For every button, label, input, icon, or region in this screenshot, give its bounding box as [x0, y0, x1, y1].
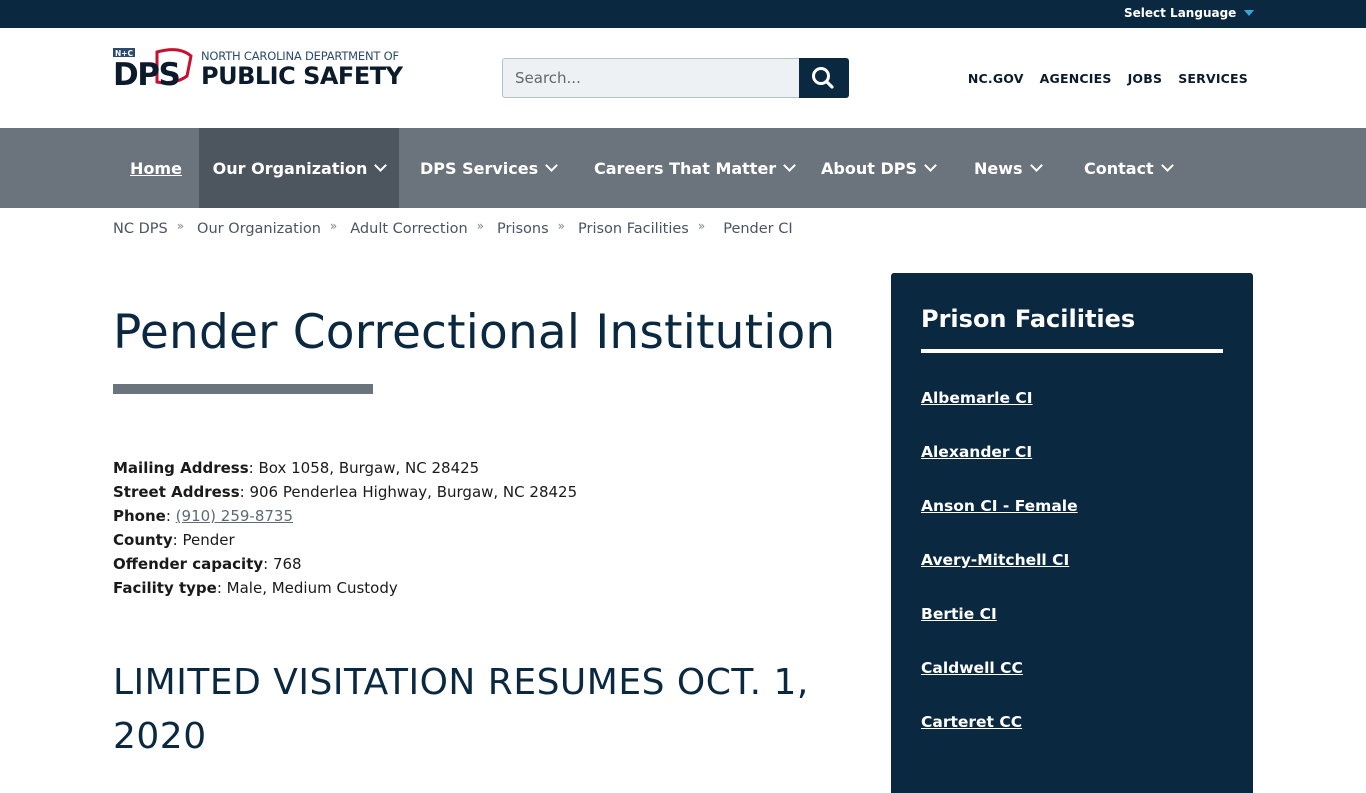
- chevron-down-icon: [1160, 159, 1174, 172]
- chevron-down-icon: [374, 159, 388, 172]
- fact-value: 906 Penderlea Highway, Burgaw, NC 28425: [249, 483, 578, 501]
- fact-label: Offender capacity: [113, 555, 264, 573]
- site-logo[interactable]: N+C DPS NORTH CAROLINA DEPARTMENT OF PUB…: [113, 48, 405, 90]
- fact-value: Male, Medium Custody: [226, 579, 398, 597]
- fact-label: Phone: [113, 507, 166, 525]
- sidebar-prison-facilities: Prison Facilities Albemarle CI Alexander…: [891, 273, 1253, 793]
- fact-value: 768: [272, 555, 302, 573]
- utility-links: NC.GOV AGENCIES JOBS SERVICES: [968, 71, 1248, 86]
- breadcrumb-prison-facilities[interactable]: Prison Facilities: [578, 221, 689, 237]
- list-item: Carteret CC: [921, 712, 1078, 766]
- search-input[interactable]: [502, 58, 799, 98]
- list-item: Alexander CI: [921, 442, 1078, 496]
- search-icon: [812, 67, 834, 89]
- sidebar-title-rule: [921, 349, 1223, 353]
- fact-label: Mailing Address: [113, 459, 249, 477]
- caret-down-icon: [1244, 10, 1255, 16]
- nav-label: Our Organization: [212, 158, 368, 178]
- list-item: Bertie CI: [921, 604, 1078, 658]
- breadcrumb-prisons[interactable]: Prisons: [497, 221, 549, 237]
- breadcrumb-our-organization[interactable]: Our Organization: [197, 221, 321, 237]
- breadcrumb-current: Pender CI: [723, 221, 793, 237]
- list-item: Caldwell CC: [921, 658, 1078, 712]
- nav-label: Careers That Matter: [594, 158, 777, 178]
- sidebar-link-albemarle-ci[interactable]: Albemarle CI: [921, 389, 1033, 407]
- breadcrumb-separator: »: [476, 219, 485, 233]
- site-header: N+C DPS NORTH CAROLINA DEPARTMENT OF PUB…: [0, 28, 1366, 128]
- language-selector[interactable]: Select Language: [1124, 6, 1255, 20]
- link-services[interactable]: SERVICES: [1178, 71, 1248, 86]
- logo-main-text: PUBLIC SAFETY: [201, 62, 403, 90]
- sidebar-link-anson-ci-female[interactable]: Anson CI - Female: [921, 497, 1078, 515]
- sidebar-list: Albemarle CI Alexander CI Anson CI - Fem…: [921, 388, 1078, 766]
- nav-item-careers[interactable]: Careers That Matter: [594, 128, 797, 208]
- search-form: [502, 58, 849, 98]
- link-nc-gov[interactable]: NC.GOV: [968, 71, 1024, 86]
- sidebar-link-bertie-ci[interactable]: Bertie CI: [921, 605, 997, 623]
- nav-label: About DPS: [821, 158, 917, 178]
- sidebar-link-caldwell-cc[interactable]: Caldwell CC: [921, 659, 1023, 677]
- fact-offender-capacity: Offender capacity: 768: [113, 555, 302, 573]
- sidebar-title: Prison Facilities: [921, 305, 1136, 333]
- sidebar-link-alexander-ci[interactable]: Alexander CI: [921, 443, 1032, 461]
- fact-mailing-address: Mailing Address: Box 1058, Burgaw, NC 28…: [113, 459, 480, 477]
- chevron-down-icon: [783, 159, 797, 172]
- phone-link[interactable]: (910) 259-8735: [176, 507, 293, 525]
- breadcrumb-adult-correction[interactable]: Adult Correction: [350, 221, 467, 237]
- fact-phone: Phone: (910) 259-8735: [113, 507, 293, 525]
- fact-value: Pender: [182, 531, 235, 549]
- utility-bar: Select Language: [0, 0, 1366, 28]
- visitation-heading: LIMITED VISITATION RESUMES OCT. 1, 2020: [113, 662, 809, 757]
- fact-county: County: Pender: [113, 531, 235, 549]
- logo-department-text: NORTH CAROLINA DEPARTMENT OF: [201, 49, 399, 63]
- title-underline: [113, 384, 373, 394]
- nav-label: News: [974, 158, 1023, 178]
- nav-home-label: Home: [130, 158, 182, 178]
- nav-label: Contact: [1084, 158, 1154, 178]
- nav-item-home[interactable]: Home: [113, 128, 199, 208]
- list-item: Anson CI - Female: [921, 496, 1078, 550]
- chevron-down-icon: [924, 159, 937, 172]
- page-title: Pender Correctional Institution: [113, 305, 836, 360]
- language-label: Select Language: [1124, 6, 1237, 20]
- logo-letters: DPS: [113, 57, 179, 88]
- list-item: Avery-Mitchell CI: [921, 550, 1078, 604]
- main-nav: Home Our Organization DPS Services Caree…: [0, 128, 1366, 208]
- fact-label: Facility type: [113, 579, 217, 597]
- facility-facts: Mailing Address: Box 1058, Burgaw, NC 28…: [113, 456, 577, 600]
- sidebar-link-carteret-cc[interactable]: Carteret CC: [921, 713, 1022, 731]
- nav-item-about-dps[interactable]: About DPS: [821, 128, 937, 208]
- fact-facility-type: Facility type: Male, Medium Custody: [113, 579, 398, 597]
- search-button[interactable]: [799, 58, 849, 98]
- breadcrumb-separator: »: [697, 219, 706, 233]
- sidebar-link-avery-mitchell-ci[interactable]: Avery-Mitchell CI: [921, 551, 1069, 569]
- nav-item-dps-services[interactable]: DPS Services: [420, 128, 559, 208]
- nav-item-news[interactable]: News: [974, 128, 1043, 208]
- fact-value: Box 1058, Burgaw, NC 28425: [258, 459, 480, 477]
- link-jobs[interactable]: JOBS: [1128, 71, 1163, 86]
- fact-label: Street Address: [113, 483, 240, 501]
- breadcrumb-separator: »: [329, 219, 338, 233]
- breadcrumb-separator: »: [557, 219, 566, 233]
- fact-street-address: Street Address: 906 Penderlea Highway, B…: [113, 483, 578, 501]
- list-item: Albemarle CI: [921, 388, 1078, 442]
- chevron-down-icon: [1029, 159, 1043, 172]
- fact-label: County: [113, 531, 173, 549]
- nav-label: DPS Services: [420, 158, 539, 178]
- breadcrumb-nc-dps[interactable]: NC DPS: [113, 221, 168, 237]
- link-agencies[interactable]: AGENCIES: [1040, 71, 1112, 86]
- nav-item-our-organization[interactable]: Our Organization: [199, 128, 399, 208]
- breadcrumb: NC DPS » Our Organization » Adult Correc…: [113, 219, 793, 237]
- breadcrumb-separator: »: [176, 219, 185, 233]
- dps-logo-icon: N+C DPS: [113, 48, 193, 88]
- nav-item-contact[interactable]: Contact: [1084, 128, 1174, 208]
- chevron-down-icon: [545, 159, 559, 172]
